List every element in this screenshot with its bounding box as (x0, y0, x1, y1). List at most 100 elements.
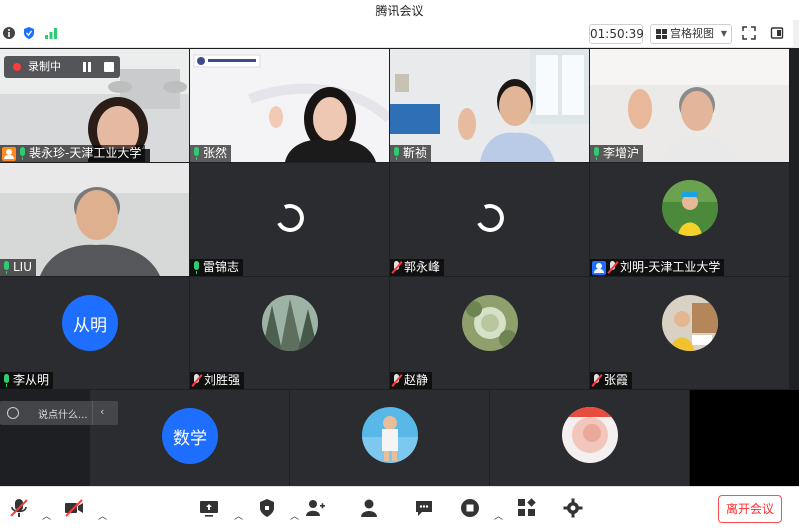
signal-icon[interactable] (44, 26, 58, 40)
pause-recording-icon[interactable] (82, 62, 92, 72)
chat-divider (92, 401, 93, 425)
chevron-left-icon[interactable]: ‹ (100, 405, 104, 418)
loading-spinner-icon (472, 200, 508, 236)
chat-icon[interactable] (413, 497, 435, 519)
stop-recording-icon[interactable] (459, 497, 481, 519)
recording-label: 录制中 (28, 60, 61, 73)
meeting-timer: 01:50:39 (589, 24, 644, 44)
fullscreen-icon[interactable] (742, 26, 756, 40)
scrollbar[interactable] (793, 20, 799, 48)
info-icon[interactable] (2, 26, 16, 40)
participant-nametag: 张霞 (590, 372, 633, 389)
window-mode-icon[interactable] (770, 26, 784, 40)
participant-nametag: LIU (0, 259, 37, 276)
mic-on-icon (2, 261, 11, 274)
stop-recording-icon[interactable] (104, 62, 114, 72)
participant-tile[interactable]: 雷锦志 (190, 163, 389, 276)
grid-edge (789, 49, 799, 399)
mic-muted-icon (608, 261, 618, 274)
mic-muted-icon (392, 374, 402, 387)
recording-dot-icon (13, 63, 21, 71)
participant-tile[interactable] (490, 390, 689, 486)
participant-tile[interactable]: 刘胜强 (190, 277, 389, 389)
participant-tile[interactable] (290, 390, 489, 486)
participant-avatar (262, 295, 318, 351)
mic-on-icon (2, 374, 11, 387)
participant-tile[interactable]: 郭永峰 (390, 163, 589, 276)
view-layout-dropdown[interactable]: 宫格视图 ▼ (650, 24, 732, 44)
mic-on-icon (192, 147, 201, 160)
host-badge-icon (592, 260, 606, 275)
participant-nametag: 郭永峰 (390, 259, 445, 276)
avatar-photo (662, 180, 718, 236)
host-badge-icon (2, 146, 16, 161)
meeting-toolbar: 01:50:39 宫格视图 ▼ (0, 20, 799, 48)
participant-tile[interactable]: 张然 (190, 49, 389, 162)
participant-name: 郭永峰 (404, 260, 441, 274)
participant-tile[interactable]: 李增沪 (590, 49, 789, 162)
mic-on-icon (592, 147, 601, 160)
participant-nametag: 张然 (190, 145, 232, 162)
chat-input-bar[interactable]: 说点什么... ‹ (0, 401, 118, 425)
participant-name: 赵静 (404, 373, 429, 387)
shield-icon[interactable] (22, 26, 36, 40)
meeting-control-bar: ︿ ︿ ︿ ︿ ︿ 离开会议 (0, 486, 799, 531)
avatar-photo (562, 407, 618, 463)
mic-on-icon (18, 147, 27, 160)
screen-share-icon[interactable] (198, 497, 220, 519)
participant-name: 刘胜强 (204, 373, 241, 387)
loading-spinner-icon (272, 200, 308, 236)
settings-gear-icon[interactable] (562, 497, 584, 519)
participant-name: 裴永珍-天津工业大学 (29, 146, 142, 160)
view-layout-label: 宫格视图 (670, 27, 714, 40)
participant-name: 李增沪 (603, 146, 640, 160)
participant-tile[interactable]: 数学 (90, 390, 289, 486)
mic-muted-icon (192, 374, 202, 387)
participant-nametag: 赵静 (390, 372, 433, 389)
participant-nametag: 刘明-天津工业大学 (590, 259, 725, 276)
participant-avatar (662, 295, 718, 351)
participant-text-avatar: 数学 (162, 408, 218, 464)
chevron-up-icon[interactable]: ︿ (234, 509, 243, 522)
chat-placeholder: 说点什么... (38, 410, 88, 421)
security-icon[interactable] (256, 497, 278, 519)
participant-nametag: 靳祯 (390, 145, 432, 162)
grid-spacer (690, 390, 799, 486)
mic-muted-icon[interactable] (8, 497, 30, 519)
participant-nametag: 李从明 (0, 372, 54, 389)
window-title: 腾讯会议 (375, 4, 424, 18)
participant-text-avatar: 从明 (62, 295, 118, 351)
participant-tile[interactable]: 靳祯 (390, 49, 589, 162)
participant-tile[interactable]: 刘明-天津工业大学 (590, 163, 789, 276)
participant-name: 刘明-天津工业大学 (620, 260, 721, 274)
mic-on-icon (192, 261, 201, 274)
participant-avatar (362, 407, 418, 463)
participant-nametag: 雷锦志 (190, 259, 244, 276)
participant-nametag: 李增沪 (590, 145, 644, 162)
participant-tile[interactable]: 从明 李从明 (0, 277, 189, 389)
participants-icon[interactable] (358, 497, 380, 519)
participant-avatar (462, 295, 518, 351)
chevron-up-icon[interactable]: ︿ (42, 509, 51, 522)
chevron-down-icon: ▼ (720, 29, 727, 38)
recording-indicator: 录制中 (4, 56, 120, 78)
participant-name: 张霞 (604, 373, 629, 387)
participant-tile[interactable]: 张霞 (590, 277, 789, 389)
avatar-photo (462, 295, 518, 351)
participant-avatar (562, 407, 618, 463)
chevron-up-icon[interactable]: ︿ (290, 509, 299, 522)
grid-icon (656, 29, 667, 39)
avatar-photo (362, 407, 418, 463)
emoji-icon[interactable] (7, 407, 19, 419)
chevron-up-icon[interactable]: ︿ (494, 509, 503, 522)
window-titlebar: 腾讯会议 (0, 0, 799, 20)
participant-name: 靳祯 (403, 146, 428, 160)
apps-icon[interactable] (516, 497, 538, 519)
leave-meeting-button[interactable]: 离开会议 (718, 495, 782, 523)
camera-off-icon[interactable] (63, 497, 85, 519)
participant-tile[interactable]: LIU (0, 163, 189, 276)
avatar-photo (262, 295, 318, 351)
invite-icon[interactable] (304, 497, 326, 519)
participant-tile[interactable]: 赵静 (390, 277, 589, 389)
chevron-up-icon[interactable]: ︿ (98, 509, 107, 522)
